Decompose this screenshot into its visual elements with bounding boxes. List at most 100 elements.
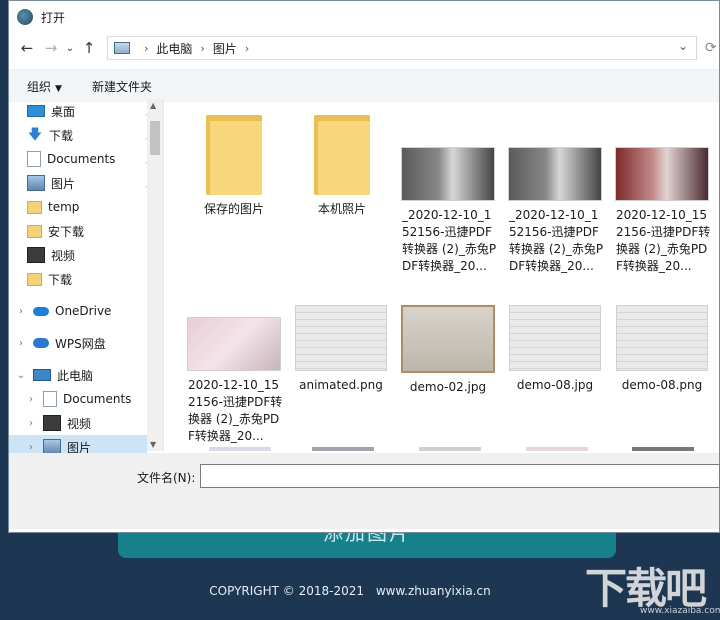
forward-arrow-icon[interactable]: →	[39, 36, 63, 60]
image-thumbnail	[295, 305, 387, 371]
sidebar-item-download-folder[interactable]: 下载	[9, 267, 163, 291]
file-item[interactable]: 2020-12-10_152156-迅捷PDF转换器 (2)_赤兔PDF转换器_…	[612, 147, 712, 275]
address-bar[interactable]: › 此电脑 › 图片 › ⌄	[107, 36, 697, 60]
address-dropdown-icon[interactable]: ⌄	[678, 39, 688, 53]
sidebar-item-pc-videos[interactable]: › 视频	[9, 411, 163, 435]
sidebar-item-downloads[interactable]: 🡇 下载 📌	[9, 123, 163, 147]
location-icon	[114, 42, 130, 54]
image-thumbnail	[508, 147, 602, 201]
breadcrumb-pictures[interactable]: 图片	[213, 40, 237, 57]
expand-chevron-icon[interactable]: ›	[15, 306, 27, 317]
app-icon	[17, 9, 33, 25]
expand-chevron-icon[interactable]: ›	[25, 394, 37, 405]
file-item[interactable]: animated.png	[291, 305, 391, 394]
sidebar-item-videos[interactable]: 视频	[9, 243, 163, 267]
scrollbar-thumb[interactable]	[150, 121, 160, 155]
sidebar-item-wps[interactable]: › WPS网盘	[9, 331, 163, 355]
breadcrumb-chevron-icon[interactable]: ›	[144, 42, 148, 55]
sidebar-item-label: 下载	[48, 272, 73, 287]
file-item[interactable]: demo-08.png	[612, 305, 712, 394]
collapse-chevron-icon[interactable]: ⌄	[15, 370, 27, 381]
file-label: 2020-12-10_152156-迅捷PDF转换器 (2)_赤兔PDF转换器_…	[616, 208, 711, 273]
site-link[interactable]: www.zhuanyixia.cn	[376, 584, 491, 598]
sidebar-item-temp[interactable]: temp	[9, 195, 163, 219]
folder-icon	[27, 224, 42, 238]
file-label: demo-02.jpg	[409, 380, 487, 394]
sidebar-item-documents[interactable]: Documents 📌	[9, 147, 163, 171]
file-item[interactable]: demo-02.jpg	[398, 305, 498, 396]
file-item[interactable]: 保存的图片	[184, 115, 284, 218]
file-label: _2020-12-10_152156-迅捷PDF转换器 (2)_赤兔PDF转换器…	[509, 208, 604, 273]
filename-label: 文件名(N):	[137, 471, 196, 485]
folder-icon	[206, 115, 262, 195]
folder-icon	[314, 115, 370, 195]
sidebar-item-anxiazai[interactable]: 安下载	[9, 219, 163, 243]
sidebar-item-onedrive[interactable]: › OneDrive	[9, 299, 163, 323]
sidebar-item-label: 桌面	[51, 104, 76, 119]
expand-chevron-icon[interactable]: ›	[25, 442, 37, 453]
sidebar-item-label: 此电脑	[57, 368, 94, 383]
back-arrow-icon[interactable]: ←	[15, 36, 39, 60]
file-item-partial[interactable]	[419, 447, 481, 451]
breadcrumb-chevron-icon[interactable]: ›	[245, 42, 249, 55]
expand-chevron-icon[interactable]: ›	[15, 338, 27, 349]
breadcrumb-chevron-icon[interactable]: ›	[200, 42, 204, 55]
video-icon	[27, 247, 45, 263]
filename-area: 文件名(N):	[9, 453, 720, 529]
folder-icon	[27, 200, 42, 214]
file-item[interactable]: _2020-12-10_152156-迅捷PDF转换器 (2)_赤兔PDF转换器…	[398, 147, 498, 275]
recent-dropdown-icon[interactable]: ⌄	[63, 36, 77, 60]
dialog-title: 打开	[41, 10, 66, 25]
file-label: _2020-12-10_152156-迅捷PDF转换器 (2)_赤兔PDF转换器…	[402, 208, 497, 273]
sidebar-item-label: 视频	[51, 248, 76, 263]
sidebar-item-this-pc[interactable]: ⌄ 此电脑	[9, 363, 163, 387]
new-folder-button[interactable]: 新建文件夹	[92, 78, 152, 95]
image-thumbnail	[401, 147, 495, 201]
file-item[interactable]: _2020-12-10_152156-迅捷PDF转换器 (2)_赤兔PDF转换器…	[505, 147, 605, 275]
file-item[interactable]: 2020-12-10_152156-迅捷PDF转换器 (2)_赤兔PDF转换器_…	[184, 317, 284, 445]
organize-label: 组织	[27, 79, 52, 94]
copyright-text: COPYRIGHT © 2018-2021	[209, 584, 364, 598]
command-bar: 组织 ▼ 新建文件夹	[9, 69, 719, 102]
sidebar-item-label: temp	[48, 200, 80, 214]
breadcrumb-this-pc[interactable]: 此电脑	[156, 40, 192, 57]
file-item-partial[interactable]	[312, 447, 374, 451]
open-file-dialog: 打开 ← → ⌄ ↑ › 此电脑 › 图片 › ⌄ ⟳ 组织 ▼ 新建文件夹 桌面…	[8, 0, 720, 533]
scroll-up-icon[interactable]: ▲	[150, 101, 156, 110]
folder-icon	[27, 272, 42, 286]
wps-cloud-icon	[33, 338, 49, 348]
video-icon	[43, 415, 61, 431]
expand-chevron-icon[interactable]: ›	[25, 418, 37, 429]
image-thumbnail	[616, 305, 708, 371]
file-item-partial[interactable]	[526, 447, 588, 451]
file-item[interactable]: demo-08.jpg	[505, 305, 605, 394]
sidebar-item-pc-documents[interactable]: › Documents	[9, 387, 163, 411]
document-icon	[27, 151, 41, 167]
up-arrow-icon[interactable]: ↑	[77, 36, 101, 60]
file-label: demo-08.jpg	[516, 378, 594, 392]
filename-input[interactable]	[200, 464, 720, 488]
file-label: 本机照片	[317, 202, 366, 216]
file-item-partial[interactable]	[209, 447, 271, 451]
file-item[interactable]: 本机照片	[292, 115, 392, 218]
dialog-body: 桌面 📌 🡇 下载 📌 Documents 📌 图片 📌 temp	[9, 99, 719, 459]
download-icon: 🡇	[27, 127, 43, 143]
navigation-pane: 桌面 📌 🡇 下载 📌 Documents 📌 图片 📌 temp	[9, 99, 164, 459]
sidebar-item-label: 视频	[67, 416, 92, 431]
sidebar-scrollbar[interactable]: ▲ ▼	[147, 99, 163, 451]
image-thumbnail	[401, 305, 495, 373]
sidebar-item-label: Documents	[63, 392, 132, 406]
refresh-icon[interactable]: ⟳	[705, 40, 719, 56]
sidebar-item-label: 安下载	[48, 224, 85, 239]
navigation-bar: ← → ⌄ ↑ › 此电脑 › 图片 › ⌄ ⟳	[9, 33, 719, 63]
file-item-partial[interactable]	[632, 447, 694, 451]
file-label: 2020-12-10_152156-迅捷PDF转换器 (2)_赤兔PDF转换器_…	[188, 378, 283, 443]
file-label: 保存的图片	[203, 202, 264, 216]
organize-menu[interactable]: 组织 ▼	[27, 78, 62, 95]
sidebar-item-label: Documents	[47, 152, 116, 166]
cloud-icon	[33, 306, 49, 316]
document-icon	[43, 391, 57, 407]
sidebar-item-pictures[interactable]: 图片 📌	[9, 171, 163, 195]
scroll-down-icon[interactable]: ▼	[150, 440, 156, 449]
sidebar-item-desktop[interactable]: 桌面 📌	[9, 99, 163, 123]
